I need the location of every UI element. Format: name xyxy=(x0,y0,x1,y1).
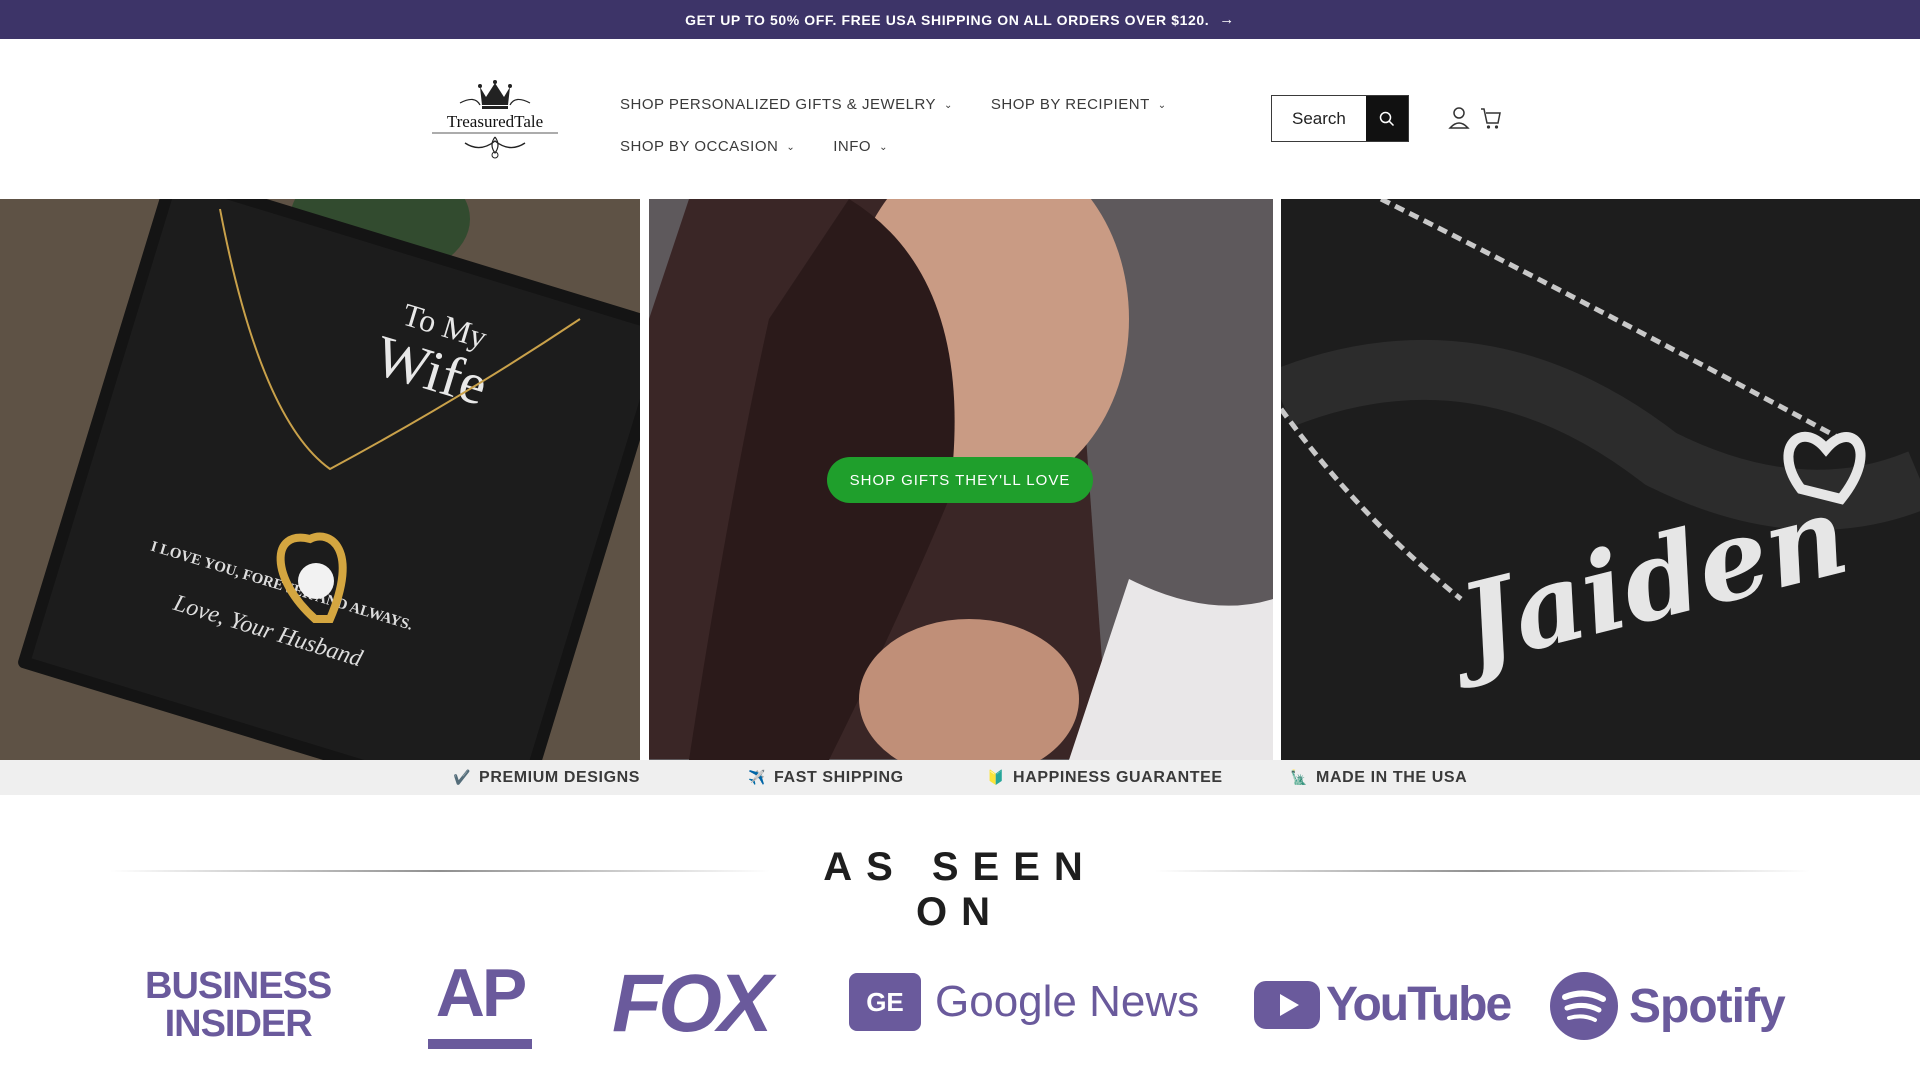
crown-logo-icon: TreasuredTale xyxy=(432,80,558,159)
cart-icon xyxy=(1481,108,1501,129)
feature-fast-shipping: ✈️ FAST SHIPPING xyxy=(748,760,904,795)
search-button[interactable] xyxy=(1366,96,1408,141)
check-icon: ✔️ xyxy=(453,769,472,785)
logo-text: YouTube xyxy=(1326,978,1512,1031)
chevron-down-icon: ⌄ xyxy=(944,99,953,111)
main-nav: SHOP PERSONALIZED GIFTS & JEWELRY ⌄ SHOP … xyxy=(620,83,1166,167)
badge-icon: 🔰 xyxy=(987,769,1006,785)
nav-label: SHOP BY RECIPIENT xyxy=(990,95,1150,113)
divider-left xyxy=(110,870,770,872)
chevron-down-icon: ⌄ xyxy=(1157,99,1167,111)
site-logo[interactable]: TreasuredTale xyxy=(420,77,570,161)
youtube-play-icon xyxy=(1254,980,1320,1029)
airplane-icon: ✈️ xyxy=(748,769,767,785)
feature-premium-designs: ✔️ PREMIUM DESIGNS xyxy=(453,760,640,795)
hero-panel-name-necklace[interactable]: Jaiden xyxy=(1281,199,1920,760)
announcement-text: GET UP TO 50% OFF. FREE USA SHIPPING ON … xyxy=(685,11,1210,28)
as-seen-on-title: AS SEEN ON xyxy=(823,845,1097,934)
wife-necklace-image: To My Wife I LOVE YOU, FOREVER AND ALWAY… xyxy=(0,199,640,760)
site-header: TreasuredTale SHOP PERSONALIZED GIFTS & … xyxy=(0,39,1920,199)
fox-logo: FOX xyxy=(612,958,773,1049)
account-button[interactable] xyxy=(1447,105,1471,131)
as-seen-on-section: AS SEEN ON BUSINESS INSIDER AP FOX GE Go… xyxy=(0,795,1920,1080)
arrow-right-icon: → xyxy=(1219,11,1235,28)
nav-label: INFO xyxy=(833,137,872,155)
chevron-down-icon: ⌄ xyxy=(879,141,888,153)
logo-text: Google News xyxy=(935,977,1200,1026)
ap-logo: AP xyxy=(428,957,532,1049)
cart-button[interactable] xyxy=(1479,105,1503,131)
google-news-icon: GE xyxy=(849,973,921,1031)
divider-right xyxy=(1155,870,1810,872)
logo-wordmark: TreasuredTale xyxy=(447,112,543,131)
google-news-logo: GE Google News xyxy=(849,973,1199,1031)
logo-line: BUSINESS xyxy=(145,965,332,1007)
announcement-bar[interactable]: GET UP TO 50% OFF. FREE USA SHIPPING ON … xyxy=(0,0,1920,39)
youtube-logo: YouTube xyxy=(1254,977,1512,1032)
feature-label: FAST SHIPPING xyxy=(774,768,904,786)
nav-shop-by-recipient[interactable]: SHOP BY RECIPIENT ⌄ xyxy=(991,96,1167,113)
feature-label: HAPPINESS GUARANTEE xyxy=(1013,768,1223,786)
search-input[interactable] xyxy=(1272,96,1366,141)
hero-banner: To My Wife I LOVE YOU, FOREVER AND ALWAY… xyxy=(0,199,1920,760)
chevron-down-icon: ⌄ xyxy=(786,141,796,153)
spotify-icon xyxy=(1550,972,1618,1040)
nav-label: SHOP PERSONALIZED GIFTS & JEWELRY xyxy=(620,95,937,113)
search-icon xyxy=(1379,111,1395,126)
feature-label: PREMIUM DESIGNS xyxy=(479,768,641,786)
feature-label: MADE IN THE USA xyxy=(1316,768,1468,786)
spotify-logo: Spotify xyxy=(1549,971,1786,1041)
nav-info[interactable]: INFO ⌄ xyxy=(833,138,888,155)
feature-made-in-usa: 🗽 MADE IN THE USA xyxy=(1290,760,1467,795)
statue-of-liberty-icon: 🗽 xyxy=(1290,769,1309,785)
search-box xyxy=(1271,95,1409,142)
ap-underline xyxy=(428,1039,532,1049)
nav-label: SHOP BY OCCASION xyxy=(620,137,779,155)
logo-line: INSIDER xyxy=(164,1003,313,1045)
business-insider-logo: BUSINESS INSIDER xyxy=(145,965,332,1045)
logo-text: Spotify xyxy=(1629,979,1786,1033)
hero-panel-wife-necklace[interactable]: To My Wife I LOVE YOU, FOREVER AND ALWAY… xyxy=(0,199,640,760)
nav-shop-personalized[interactable]: SHOP PERSONALIZED GIFTS & JEWELRY ⌄ xyxy=(620,96,953,113)
shop-gifts-button[interactable]: SHOP GIFTS THEY'LL LOVE xyxy=(827,457,1093,503)
nav-shop-by-occasion[interactable]: SHOP BY OCCASION ⌄ xyxy=(620,138,795,155)
feature-happiness-guarantee: 🔰 HAPPINESS GUARANTEE xyxy=(987,760,1223,795)
features-strip: ✔️ PREMIUM DESIGNS ✈️ FAST SHIPPING 🔰 HAPPI… xyxy=(0,760,1920,795)
name-necklace-image: Jaiden xyxy=(1281,199,1920,760)
logo-text: AP xyxy=(435,955,527,1031)
account-icon xyxy=(1448,107,1470,129)
